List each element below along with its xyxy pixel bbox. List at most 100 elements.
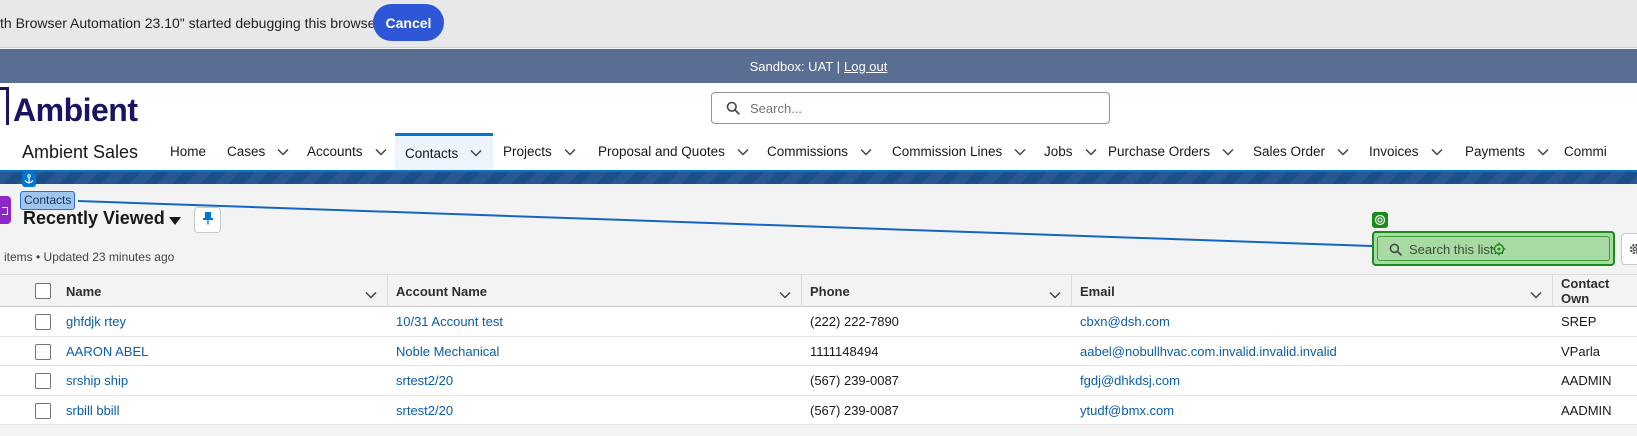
caret-down-icon[interactable] xyxy=(168,213,182,231)
contact-name-link[interactable]: srship ship xyxy=(66,366,128,395)
phone-value: 1111148494 xyxy=(810,343,879,359)
nav-item-label: Sales Order xyxy=(1253,144,1326,159)
table-header-row: Name Account Name Phone Email Contact Ow… xyxy=(0,274,1637,307)
nav-item-label: Payments xyxy=(1465,144,1526,159)
contacts-annotation-label: Contacts xyxy=(20,191,76,210)
contacts-object-icon xyxy=(0,196,11,224)
nav-item-label: Purchase Orders xyxy=(1108,144,1211,159)
nav-item-label: Commissions xyxy=(767,144,849,159)
nav-item-jobs[interactable]: Jobs xyxy=(1034,133,1098,170)
owner-value: AADMIN xyxy=(1561,402,1612,418)
column-header-name[interactable]: Name xyxy=(58,275,388,307)
logout-link[interactable]: Log out xyxy=(844,59,887,74)
chevron-down-icon[interactable] xyxy=(1049,287,1061,302)
nav-item-cases[interactable]: Cases xyxy=(217,133,297,170)
chevron-down-icon[interactable] xyxy=(779,287,791,302)
contacts-table: Name Account Name Phone Email Contact Ow… xyxy=(0,274,1637,425)
pin-icon xyxy=(202,211,214,230)
app-name: Ambient Sales xyxy=(22,142,139,162)
account-name-link[interactable]: Noble Mechanical xyxy=(396,337,499,366)
nav-item-label: Jobs xyxy=(1044,144,1073,159)
crosshair-icon xyxy=(1492,242,1506,261)
table-row: AARON ABEL Noble Mechanical 1111148494 a… xyxy=(0,336,1637,366)
column-header-contact-owner[interactable]: Contact Own xyxy=(1553,275,1637,307)
chevron-down-icon[interactable] xyxy=(375,148,387,156)
account-name-link[interactable]: 10/31 Account test xyxy=(396,307,503,336)
nav-item-label: Projects xyxy=(503,144,552,159)
account-name-link[interactable]: srtest2/20 xyxy=(396,366,453,395)
phone-value: (567) 239-0087 xyxy=(810,373,899,388)
list-status-text: items • Updated 23 minutes ago xyxy=(4,250,175,264)
list-view-title: Recently Viewed xyxy=(23,208,165,228)
phone-value: (567) 239-0087 xyxy=(810,402,899,418)
row-checkbox[interactable] xyxy=(35,343,51,360)
column-header-email[interactable]: Email xyxy=(1072,275,1553,307)
chevron-down-icon[interactable] xyxy=(737,148,749,156)
navigation-bar: Home Cases Accounts Contacts Projects Pr… xyxy=(160,133,1607,170)
table-row: srship ship srtest2/20 (567) 239-0087 fg… xyxy=(0,366,1637,396)
row-checkbox[interactable] xyxy=(35,402,51,419)
nav-item-proposal-and-quotes[interactable]: Proposal and Quotes xyxy=(588,133,757,170)
email-link[interactable]: cbxn@dsh.com xyxy=(1080,307,1170,336)
nav-item-label: Cases xyxy=(227,144,266,159)
sandbox-bar: Sandbox: UAT | Log out xyxy=(0,49,1637,83)
nav-item-accounts[interactable]: Accounts xyxy=(297,133,395,170)
owner-value: SREP xyxy=(1561,314,1597,329)
list-search-placeholder: Search this list... xyxy=(1409,242,1505,257)
nav-item-purchase-orders[interactable]: Purchase Orders xyxy=(1098,133,1243,170)
nav-item-invoices[interactable]: Invoices xyxy=(1359,133,1455,170)
row-checkbox[interactable] xyxy=(35,314,51,330)
search-icon xyxy=(1389,243,1402,261)
contact-name-link[interactable]: AARON ABEL xyxy=(66,337,148,366)
nav-item-payments[interactable]: Payments xyxy=(1455,133,1554,170)
sandbox-label: Sandbox: UAT | xyxy=(749,58,840,74)
nav-item-label: Proposal and Quotes xyxy=(598,144,725,159)
nav-item-commissions[interactable]: Commissions xyxy=(757,133,882,170)
chevron-down-icon[interactable] xyxy=(1014,148,1026,156)
global-search-input[interactable]: Search... xyxy=(711,92,1110,124)
email-link[interactable]: aabel@nobullhvac.com.invalid.invalid.inv… xyxy=(1080,337,1337,366)
search-icon xyxy=(726,101,740,120)
nav-item-home[interactable]: Home xyxy=(160,133,217,170)
chevron-down-icon[interactable] xyxy=(860,148,872,156)
gear-icon xyxy=(1628,242,1637,261)
search-this-list-input[interactable]: Search this list... xyxy=(1372,231,1615,266)
chevron-down-icon[interactable] xyxy=(564,148,576,156)
nav-item-contacts[interactable]: Contacts xyxy=(395,133,493,170)
row-checkbox[interactable] xyxy=(35,373,51,389)
chevron-down-icon[interactable] xyxy=(470,149,482,157)
cancel-button[interactable]: Cancel xyxy=(373,4,444,41)
nav-item-sales-order[interactable]: Sales Order xyxy=(1243,133,1359,170)
chevron-down-icon[interactable] xyxy=(1222,148,1234,156)
column-header-account-name[interactable]: Account Name xyxy=(388,275,802,307)
select-all-checkbox[interactable] xyxy=(35,283,51,299)
debugging-message: th Browser Automation 23.10" started deb… xyxy=(0,15,381,31)
phone-value: (222) 222-7890 xyxy=(810,314,899,329)
contact-name-link[interactable]: ghfdjk rtey xyxy=(66,307,126,336)
pin-list-button[interactable] xyxy=(194,207,221,233)
nav-item-label: Commission Lines xyxy=(892,144,1003,159)
chevron-down-icon[interactable] xyxy=(1431,148,1443,156)
chevron-down-icon[interactable] xyxy=(1537,148,1549,156)
chevron-down-icon[interactable] xyxy=(1530,287,1542,302)
chevron-down-icon[interactable] xyxy=(1337,148,1349,156)
nav-item-label: Home xyxy=(170,144,207,159)
column-header-phone[interactable]: Phone xyxy=(802,275,1072,307)
list-settings-button[interactable] xyxy=(1621,233,1637,265)
email-link[interactable]: fgdj@dhkdsj.com xyxy=(1080,366,1180,395)
chevron-down-icon[interactable] xyxy=(277,148,289,156)
nav-item-commission-lines[interactable]: Commission Lines xyxy=(882,133,1034,170)
nav-item-label: Accounts xyxy=(307,144,363,159)
nav-item-label: Invoices xyxy=(1369,144,1419,159)
nav-item-commi[interactable]: Commi xyxy=(1554,133,1607,170)
table-row: srbill bbill srtest2/20 (567) 239-0087 y… xyxy=(0,395,1637,425)
column-label: Phone xyxy=(810,283,850,299)
nav-item-projects[interactable]: Projects xyxy=(493,133,588,170)
column-label: Email xyxy=(1080,283,1115,299)
email-link[interactable]: ytudf@bmx.com xyxy=(1080,396,1174,425)
chevron-down-icon[interactable] xyxy=(1085,148,1097,156)
contact-name-link[interactable]: srbill bbill xyxy=(66,396,119,425)
chevron-down-icon[interactable] xyxy=(365,287,377,302)
global-search-placeholder: Search... xyxy=(750,101,803,116)
account-name-link[interactable]: srtest2/20 xyxy=(396,396,453,425)
